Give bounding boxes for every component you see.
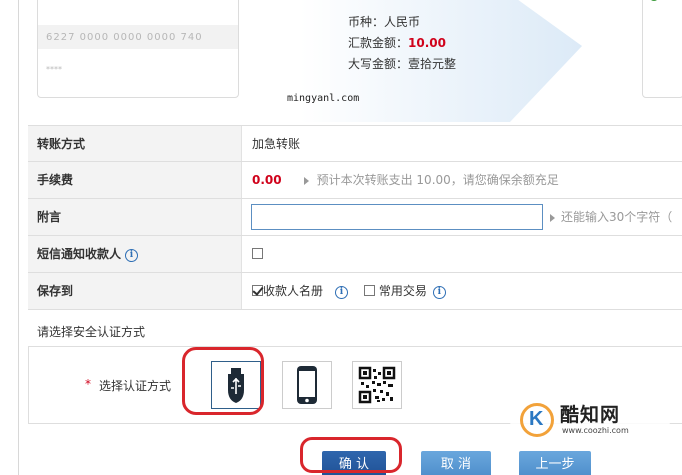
amount-label: 汇款金额： (348, 36, 409, 50)
divider (18, 0, 19, 475)
message-label: 附言 (28, 199, 242, 235)
sms-notify-value (252, 236, 263, 272)
caret-right-icon (550, 213, 555, 222)
row-save-to: 保存到 收款人名册 i 常用交易 i (28, 273, 682, 310)
amount-line: 汇款金额：10.00 (348, 33, 456, 54)
highlight-ring-confirm (300, 437, 402, 473)
fee-value: 0.00 (252, 173, 282, 187)
frequent-transaction-checkbox[interactable] (363, 285, 375, 296)
sms-notify-label: 短信通知收款人 (37, 247, 122, 261)
sms-notify-checkbox[interactable] (252, 248, 263, 259)
mobile-phone-option[interactable] (282, 361, 332, 409)
frequent-transaction-label: 常用交易 (378, 284, 427, 298)
transfer-form: 转账方式 加急转账 手续费 0.00 预计本次转账支出 10.00，请您确保余额充… (28, 125, 682, 310)
message-hint-wrap: 还能输入30个字符（ (550, 199, 672, 236)
amount-value: 10.00 (408, 36, 446, 50)
capital-amount-line: 大写金额：壹拾元整 (348, 57, 457, 71)
fee-label: 手续费 (28, 162, 242, 198)
check-circle-icon (649, 0, 659, 1)
card-number: 6227 0000 0000 0000 740 (46, 32, 203, 43)
amount-summary: 币种：人民币 汇款金额：10.00 大写金额：壹拾元整 (348, 12, 456, 75)
currency-line: 币种：人民币 (348, 15, 421, 29)
info-icon[interactable]: i (125, 249, 139, 262)
transfer-confirm-page: 6227 0000 0000 0000 740 **** 币种：人民币 汇款金额… (0, 0, 682, 475)
required-star: * (85, 377, 91, 391)
row-sms-notify: 短信通知收款人 i (28, 236, 682, 273)
row-message: 附言 还能输入30个字符（ (28, 199, 682, 236)
payee-list-label: 收款人名册 (263, 284, 324, 298)
logo-name: 酷知网 (560, 404, 621, 426)
mobile-phone-icon (297, 366, 317, 404)
fee-hint: 预计本次转账支出 10.00，请您确保余额充足 (316, 173, 559, 187)
info-icon[interactable]: i (432, 286, 446, 299)
fee-value-wrap: 0.00 预计本次转账支出 10.00，请您确保余额充足 (252, 162, 559, 198)
sms-notify-label-wrap: 短信通知收款人 i (28, 236, 242, 272)
payee-account-card (642, 0, 682, 98)
site-logo: K 酷知网 www.coozhi.com (510, 395, 670, 445)
payer-account-card: 6227 0000 0000 0000 740 **** (37, 0, 239, 98)
auth-section-title: 请选择安全认证方式 (37, 325, 146, 339)
caret-right-icon (303, 176, 309, 185)
cancel-button[interactable]: 取 消 (421, 451, 491, 475)
message-input[interactable] (251, 204, 543, 230)
watermark-text: mingyanl.com (287, 93, 360, 104)
row-fee: 手续费 0.00 预计本次转账支出 10.00，请您确保余额充足 (28, 162, 682, 199)
logo-mark-icon: K (520, 403, 554, 437)
save-to-options: 收款人名册 i 常用交易 i (252, 273, 446, 309)
card-holder: **** (46, 65, 62, 74)
message-hint: 还能输入30个字符（ (561, 210, 673, 224)
logo-url: www.coozhi.com (562, 426, 629, 435)
row-transfer-method: 转账方式 加急转账 (28, 125, 682, 162)
info-icon[interactable]: i (335, 286, 349, 299)
transfer-method-value: 加急转账 (252, 137, 301, 151)
highlight-ring-usb (182, 347, 264, 415)
save-to-label: 保存到 (28, 273, 242, 309)
payee-list-checkbox[interactable] (252, 285, 263, 296)
back-button[interactable]: 上一步 (519, 451, 591, 475)
qr-code-icon (358, 366, 396, 404)
transfer-method-label: 转账方式 (28, 126, 242, 161)
qr-code-option[interactable] (352, 361, 402, 409)
auth-select-label: 选择认证方式 (99, 379, 172, 393)
